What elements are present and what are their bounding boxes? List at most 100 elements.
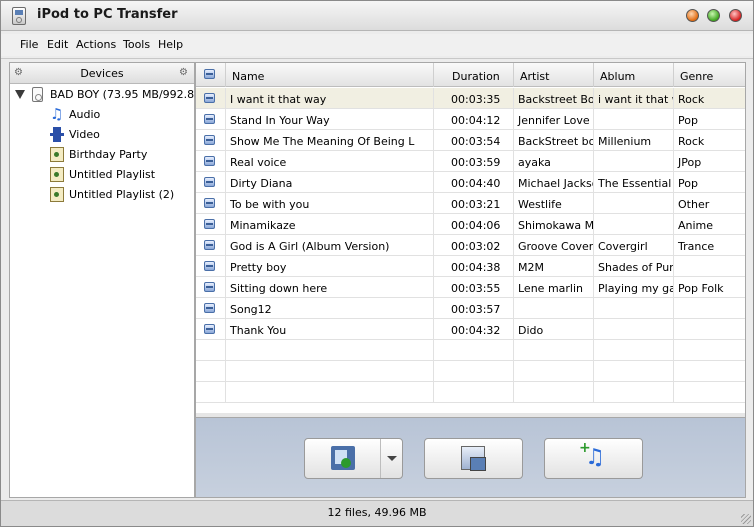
cell-artist (514, 340, 594, 360)
cell-name-text: Song12 (230, 303, 272, 316)
select-all-header[interactable] (196, 63, 226, 87)
cell-duration-text: 00:03:59 (451, 156, 501, 169)
checkbox-cell (196, 172, 226, 192)
copy-to-folder-button[interactable] (424, 438, 523, 479)
resize-grip-icon[interactable] (741, 514, 751, 524)
column-album[interactable]: Ablum (594, 63, 674, 87)
window-title: iPod to PC Transfer (37, 7, 178, 22)
cell-name-text: Stand In Your Way (230, 114, 330, 127)
empty-table-row (196, 382, 745, 403)
cell-artist-text: Jennifer Love H (518, 114, 594, 127)
menu-edit[interactable]: Edit (47, 38, 68, 51)
horizontal-scrollbar[interactable] (196, 413, 745, 417)
cell-name-text: Thank You (230, 324, 287, 337)
track-list: Name Duration Artist Ablum Genre I want … (195, 62, 746, 418)
row-checkbox[interactable] (204, 219, 215, 229)
table-row[interactable]: God is A Girl (Album Version) 00:03:02 Gro… (196, 235, 745, 256)
table-row[interactable]: Thank You 00:04:32 Dido (196, 319, 745, 340)
table-row[interactable]: I want it that way 00:03:35 Backstreet Boy… (196, 88, 745, 109)
column-artist[interactable]: Artist (514, 63, 594, 87)
menu-tools[interactable]: Tools (123, 38, 150, 51)
playlist-icon (50, 187, 64, 202)
table-row[interactable]: Song12 00:03:57 (196, 298, 745, 319)
column-name[interactable]: Name (226, 63, 434, 87)
sidebar-item-untitled-playlist-2[interactable]: Untitled Playlist (2) (10, 185, 194, 205)
table-row[interactable]: Real voice 00:03:59 ayaka JPop (196, 151, 745, 172)
maximize-button[interactable] (707, 9, 720, 22)
checkbox-cell (196, 193, 226, 213)
select-all-checkbox[interactable] (204, 69, 215, 79)
table-row[interactable]: Sitting down here 00:03:55 Lene marlin Play… (196, 277, 745, 298)
cell-album: Shades of Purple (594, 256, 674, 276)
export-to-pc-button[interactable] (304, 438, 403, 479)
cell-genre: Rock (674, 88, 745, 108)
close-button[interactable] (729, 9, 742, 22)
sidebar-item-label: Birthday Party (69, 148, 148, 161)
gear-icon[interactable]: ⚙ (179, 68, 189, 78)
table-row[interactable]: Dirty Diana 00:04:40 Michael Jackson The Es… (196, 172, 745, 193)
menu-actions[interactable]: Actions (76, 38, 116, 51)
table-row[interactable]: Show Me The Meaning Of Being L 00:03:54 Ba… (196, 130, 745, 151)
row-checkbox[interactable] (204, 156, 215, 166)
cell-duration-text: 00:03:35 (451, 93, 501, 106)
column-duration[interactable]: Duration (434, 63, 514, 87)
row-checkbox[interactable] (204, 303, 215, 313)
cell-artist: Westlife (514, 193, 594, 213)
table-row[interactable]: Minamikaze 00:04:06 Shimokawa Miku Anime (196, 214, 745, 235)
cell-name-text: Minamikaze (230, 219, 296, 232)
sidebar-item-birthday-party[interactable]: Birthday Party (10, 145, 194, 165)
cell-genre: Rock (674, 130, 745, 150)
cell-genre-text: Pop (678, 114, 698, 127)
cell-duration: 00:03:55 (434, 277, 514, 297)
export-dropdown-button[interactable] (380, 439, 402, 478)
row-checkbox[interactable] (204, 93, 215, 103)
ipod-icon (32, 87, 43, 102)
add-music-button[interactable]: ♫ (544, 436, 643, 479)
table-row[interactable]: Stand In Your Way 00:04:12 Jennifer Love H… (196, 109, 745, 130)
cell-genre (674, 340, 745, 360)
app-window: iPod to PC Transfer File Edit Actions To… (0, 0, 754, 527)
playlist-icon (50, 147, 64, 162)
row-checkbox[interactable] (204, 240, 215, 250)
cell-name-text: To be with you (230, 198, 310, 211)
cell-album (594, 382, 674, 402)
checkbox-cell (196, 235, 226, 255)
cell-artist-text: Groove Coverage (518, 240, 594, 253)
row-checkbox[interactable] (204, 324, 215, 334)
title-bar: iPod to PC Transfer (1, 1, 753, 31)
expand-triangle-icon[interactable] (15, 90, 25, 99)
column-genre[interactable]: Genre (674, 63, 745, 87)
menu-help[interactable]: Help (158, 38, 183, 51)
cell-genre: Trance (674, 235, 745, 255)
cell-album-text: Millenium (598, 135, 652, 148)
menu-file[interactable]: File (20, 38, 38, 51)
cell-duration: 00:03:57 (434, 298, 514, 318)
cell-artist: Groove Coverage (514, 235, 594, 255)
minimize-button[interactable] (686, 9, 699, 22)
sidebar-item-audio[interactable]: ♫ Audio (10, 105, 194, 125)
row-checkbox[interactable] (204, 198, 215, 208)
cell-genre (674, 361, 745, 381)
table-row[interactable]: To be with you 00:03:21 Westlife Other (196, 193, 745, 214)
cell-name-text: God is A Girl (Album Version) (230, 240, 390, 253)
cell-name-text: Show Me The Meaning Of Being L (230, 135, 415, 148)
row-checkbox[interactable] (204, 261, 215, 271)
cell-genre-text: Trance (678, 240, 715, 253)
checkbox-cell (196, 382, 226, 402)
sidebar-item-untitled-playlist[interactable]: Untitled Playlist (10, 165, 194, 185)
row-checkbox[interactable] (204, 114, 215, 124)
device-node[interactable]: BAD BOY (73.95 MB/992.89 MB) (10, 85, 194, 105)
row-checkbox[interactable] (204, 135, 215, 145)
sidebar-item-video[interactable]: Video (10, 125, 194, 145)
row-checkbox[interactable] (204, 177, 215, 187)
empty-table-row (196, 361, 745, 382)
cell-name (226, 340, 434, 360)
row-checkbox[interactable] (204, 282, 215, 292)
table-row[interactable]: Pretty boy 00:04:38 M2M Shades of Purple (196, 256, 745, 277)
checkbox-cell (196, 214, 226, 234)
cell-duration (434, 361, 514, 381)
checkbox-cell (196, 298, 226, 318)
cell-duration-text: 00:04:40 (451, 177, 501, 190)
cell-name: Stand In Your Way (226, 109, 434, 129)
cell-duration: 00:03:02 (434, 235, 514, 255)
